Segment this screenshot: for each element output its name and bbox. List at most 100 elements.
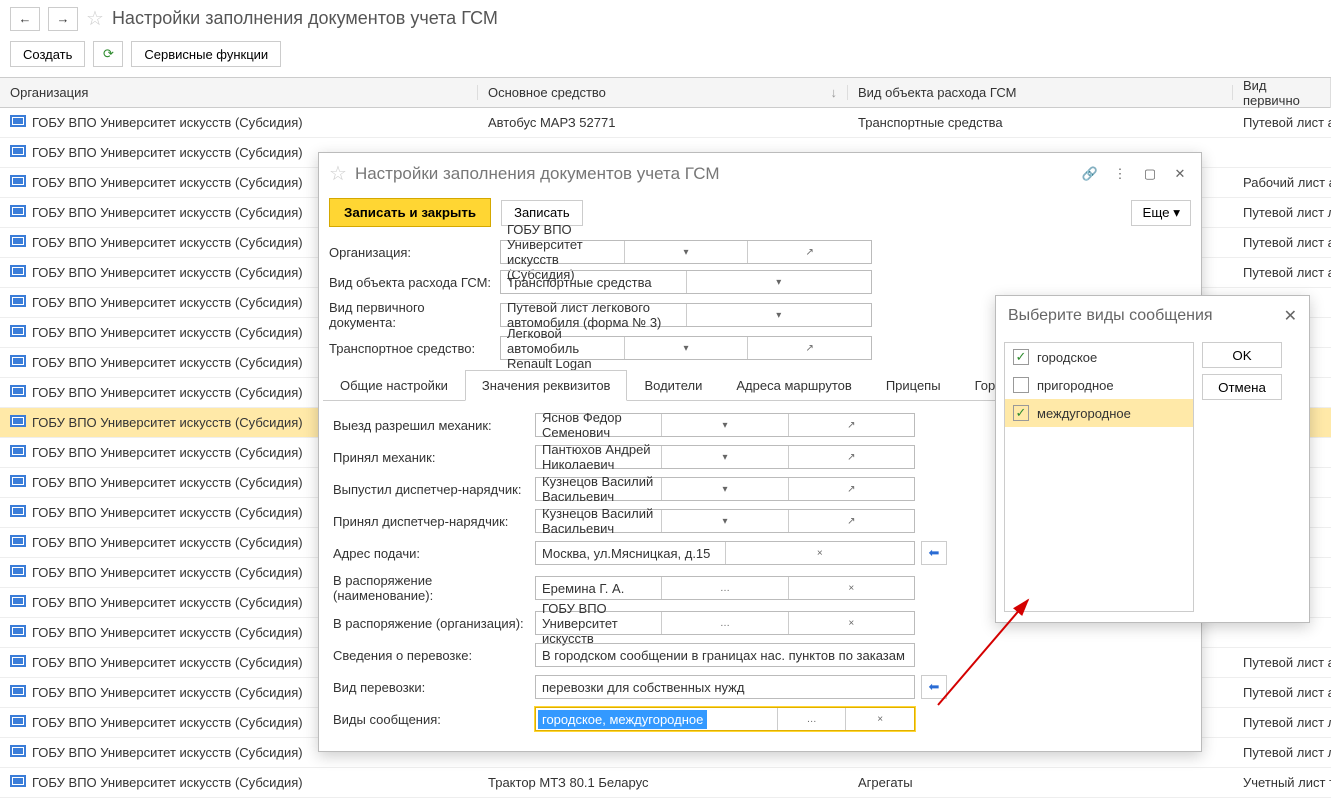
col-header-doc[interactable]: Вид первично — [1233, 78, 1331, 108]
modal-favorite-icon[interactable]: ☆ — [329, 161, 347, 186]
tab-drivers[interactable]: Водители — [627, 370, 719, 401]
service-button[interactable]: Сервисные функции — [131, 41, 281, 67]
clear-icon[interactable]: × — [788, 612, 914, 634]
checkbox-icon[interactable]: ✓ — [1013, 349, 1029, 365]
select-icon[interactable]: … — [777, 708, 846, 730]
input-disp-in[interactable]: Кузнецов Василий Васильевич ▾ ↗ — [535, 509, 915, 533]
input-disp-org[interactable]: ГОБУ ВПО Университет искусств … × — [535, 611, 915, 635]
label-disp-org: В распоряжение (организация): — [333, 616, 529, 631]
label-disp-in: Принял диспетчер-нарядчик: — [333, 514, 529, 529]
input-recv-mech[interactable]: Пантюхов Андрей Николаевич ▾ ↗ — [535, 445, 915, 469]
open-icon[interactable]: ↗ — [788, 478, 914, 500]
document-icon — [10, 685, 26, 697]
dropdown-icon[interactable]: ▾ — [686, 271, 872, 293]
input-vehicle[interactable]: Легковой автомобиль Renault Logan ▾ ↗ — [500, 336, 872, 360]
back-button[interactable]: ← — [10, 7, 40, 31]
document-icon — [10, 325, 26, 337]
dropdown-icon[interactable]: ▾ — [686, 304, 872, 326]
open-icon[interactable]: ↗ — [788, 414, 914, 436]
document-icon — [10, 415, 26, 427]
maximize-icon[interactable]: ▢ — [1139, 163, 1161, 185]
label-trip-info: Сведения о перевозке: — [333, 648, 529, 663]
document-icon — [10, 505, 26, 517]
checklist-item[interactable]: пригородное — [1005, 371, 1193, 399]
clear-icon[interactable]: × — [725, 542, 915, 564]
refresh-button[interactable]: ⟳ — [93, 41, 123, 67]
modal-title: Настройки заполнения документов учета ГС… — [355, 164, 1071, 184]
input-type[interactable]: Транспортные средства ▾ — [500, 270, 872, 294]
label-trip-type: Вид перевозки: — [333, 680, 529, 695]
link-icon[interactable]: 🔗 — [1079, 163, 1101, 185]
label-disp-name: В распоряжение (наименование): — [333, 573, 529, 603]
dropdown-icon[interactable]: ▾ — [661, 446, 787, 468]
select-msg-types-popup: Выберите виды сообщения ✕ ✓городскоеприг… — [995, 295, 1310, 623]
label-allow-mech: Выезд разрешил механик: — [333, 418, 529, 433]
table-row[interactable]: ГОБУ ВПО Университет искусств (Субсидия)… — [0, 108, 1331, 138]
document-icon — [10, 655, 26, 667]
cancel-button[interactable]: Отмена — [1202, 374, 1282, 400]
select-icon[interactable]: … — [661, 612, 787, 634]
clear-icon[interactable]: × — [845, 708, 914, 730]
popup-close-icon[interactable]: ✕ — [1284, 306, 1297, 326]
document-icon — [10, 175, 26, 187]
forward-button[interactable]: → — [48, 7, 78, 31]
col-header-asset[interactable]: Основное средство ↓ — [478, 85, 848, 100]
document-icon — [10, 745, 26, 757]
open-icon[interactable]: ↗ — [747, 337, 871, 359]
create-button[interactable]: Создать — [10, 41, 85, 67]
document-icon — [10, 535, 26, 547]
main-toolbar: Создать ⟳ Сервисные функции — [0, 37, 1331, 77]
grid-header: Организация Основное средство ↓ Вид объе… — [0, 78, 1331, 108]
checklist: ✓городское пригородное ✓ междугородное — [1004, 342, 1194, 612]
dropdown-icon[interactable]: ▾ — [661, 478, 787, 500]
chevron-down-icon: ▾ — [1173, 205, 1180, 220]
input-trip-type[interactable]: перевозки для собственных нужд — [535, 675, 915, 699]
col-header-type[interactable]: Вид объекта расхода ГСМ — [848, 85, 1233, 100]
input-disp-name[interactable]: Еремина Г. А. … × — [535, 576, 915, 600]
input-doctype[interactable]: Путевой лист легкового автомобиля (форма… — [500, 303, 872, 327]
label-type: Вид объекта расхода ГСМ: — [329, 275, 494, 290]
table-row[interactable]: ГОБУ ВПО Университет искусств (Субсидия)… — [0, 768, 1331, 798]
more-button[interactable]: Еще ▾ — [1131, 200, 1191, 226]
checklist-label: пригородное — [1037, 378, 1114, 393]
input-org[interactable]: ГОБУ ВПО Университет искусств (Субсидия)… — [500, 240, 872, 264]
input-msg-types[interactable]: городское, междугородное … × — [535, 707, 915, 731]
input-addr[interactable]: Москва, ул.Мясницкая, д.15 × — [535, 541, 915, 565]
clear-icon[interactable]: × — [788, 577, 914, 599]
checklist-item[interactable]: ✓городское — [1005, 343, 1193, 371]
checkbox-icon[interactable] — [1013, 377, 1029, 393]
tab-requisites[interactable]: Значения реквизитов — [465, 370, 628, 401]
checklist-label: междугородное — [1037, 406, 1131, 421]
checklist-item[interactable]: ✓ междугородное — [1005, 399, 1193, 427]
dropdown-icon[interactable]: ▾ — [661, 414, 787, 436]
document-icon — [10, 625, 26, 637]
open-icon[interactable]: ↗ — [788, 446, 914, 468]
checkbox-icon[interactable]: ✓ — [1013, 405, 1029, 421]
input-trip-info[interactable]: В городском сообщении в границах нас. пу… — [535, 643, 915, 667]
tab-trailers[interactable]: Прицепы — [869, 370, 958, 401]
topbar: ← → ☆ Настройки заполнения документов уч… — [0, 0, 1331, 37]
ok-button[interactable]: OK — [1202, 342, 1282, 368]
open-icon[interactable]: ↗ — [788, 510, 914, 532]
input-allow-mech[interactable]: Яснов Федор Семенович ▾ ↗ — [535, 413, 915, 437]
refresh-icon: ⟳ — [103, 46, 114, 62]
more-icon[interactable]: ⋮ — [1109, 163, 1131, 185]
label-disp-out: Выпустил диспетчер-нарядчик: — [333, 482, 529, 497]
document-icon — [10, 445, 26, 457]
dropdown-icon[interactable]: ▾ — [624, 337, 748, 359]
save-close-button[interactable]: Записать и закрыть — [329, 198, 491, 227]
input-disp-out[interactable]: Кузнецов Василий Васильевич ▾ ↗ — [535, 477, 915, 501]
close-icon[interactable]: ✕ — [1169, 163, 1191, 185]
select-icon[interactable]: … — [661, 577, 787, 599]
tab-addresses[interactable]: Адреса маршрутов — [719, 370, 868, 401]
copy-left-button[interactable]: ⬅ — [921, 541, 947, 565]
document-icon — [10, 385, 26, 397]
col-header-org[interactable]: Организация — [0, 85, 478, 100]
open-icon[interactable]: ↗ — [747, 241, 871, 263]
tab-general[interactable]: Общие настройки — [323, 370, 465, 401]
copy-left-button[interactable]: ⬅ — [921, 675, 947, 699]
favorite-icon[interactable]: ☆ — [86, 6, 104, 31]
document-icon — [10, 115, 26, 127]
dropdown-icon[interactable]: ▾ — [661, 510, 787, 532]
dropdown-icon[interactable]: ▾ — [624, 241, 748, 263]
